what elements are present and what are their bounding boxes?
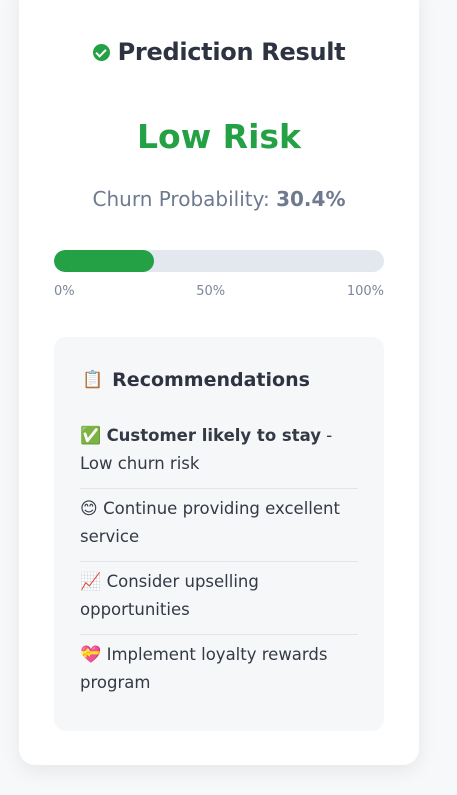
recommendation-item: 😊 Continue providing excellent service: [80, 489, 358, 562]
recommendation-text: Consider upselling opportunities: [80, 572, 259, 619]
scale-tick-50: 50%: [196, 284, 226, 299]
probability-bar-fill: [54, 250, 155, 272]
recommendations-list: ✅ Customer likely to stay - Low churn ri…: [80, 416, 358, 707]
recommendation-text: Continue providing excellent service: [80, 499, 340, 546]
check-circle-icon: [92, 43, 110, 61]
risk-level: Low Risk: [137, 117, 301, 156]
heart-with-ribbon-icon: 💝: [80, 645, 107, 665]
recommendations-title: Recommendations: [112, 369, 310, 391]
recommendation-emphasis: Customer likely to stay: [106, 426, 321, 445]
scale-tick-0: 0%: [54, 284, 75, 299]
check-mark-icon: ✅: [80, 426, 107, 446]
probability-label: Churn Probability:: [92, 187, 270, 211]
smiling-face-icon: 😊: [80, 499, 104, 519]
recommendations-panel: 📋 Recommendations ✅ Customer likely to s…: [54, 337, 384, 731]
prediction-result-card: Prediction Result Low Risk Churn Probabi…: [19, 0, 419, 765]
scale-tick-100: 100%: [346, 284, 384, 299]
clipboard-icon: 📋: [82, 370, 104, 390]
recommendation-item: 💝 Implement loyalty rewards program: [80, 635, 358, 707]
recommendations-heading: 📋 Recommendations: [82, 369, 310, 391]
chart-increasing-icon: 📈: [80, 572, 107, 592]
probability-scale: 0% 50% 100%: [54, 284, 384, 299]
result-header: Prediction Result: [19, 38, 419, 66]
recommendation-item: ✅ Customer likely to stay - Low churn ri…: [80, 416, 358, 489]
recommendation-item: 📈 Consider upselling opportunities: [80, 562, 358, 635]
page-title: Prediction Result: [117, 38, 346, 66]
churn-probability: Churn Probability: 30.4%: [19, 187, 419, 211]
recommendation-text: Implement loyalty rewards program: [80, 645, 328, 692]
probability-bar: [54, 250, 384, 272]
probability-value: 30.4%: [276, 187, 346, 211]
